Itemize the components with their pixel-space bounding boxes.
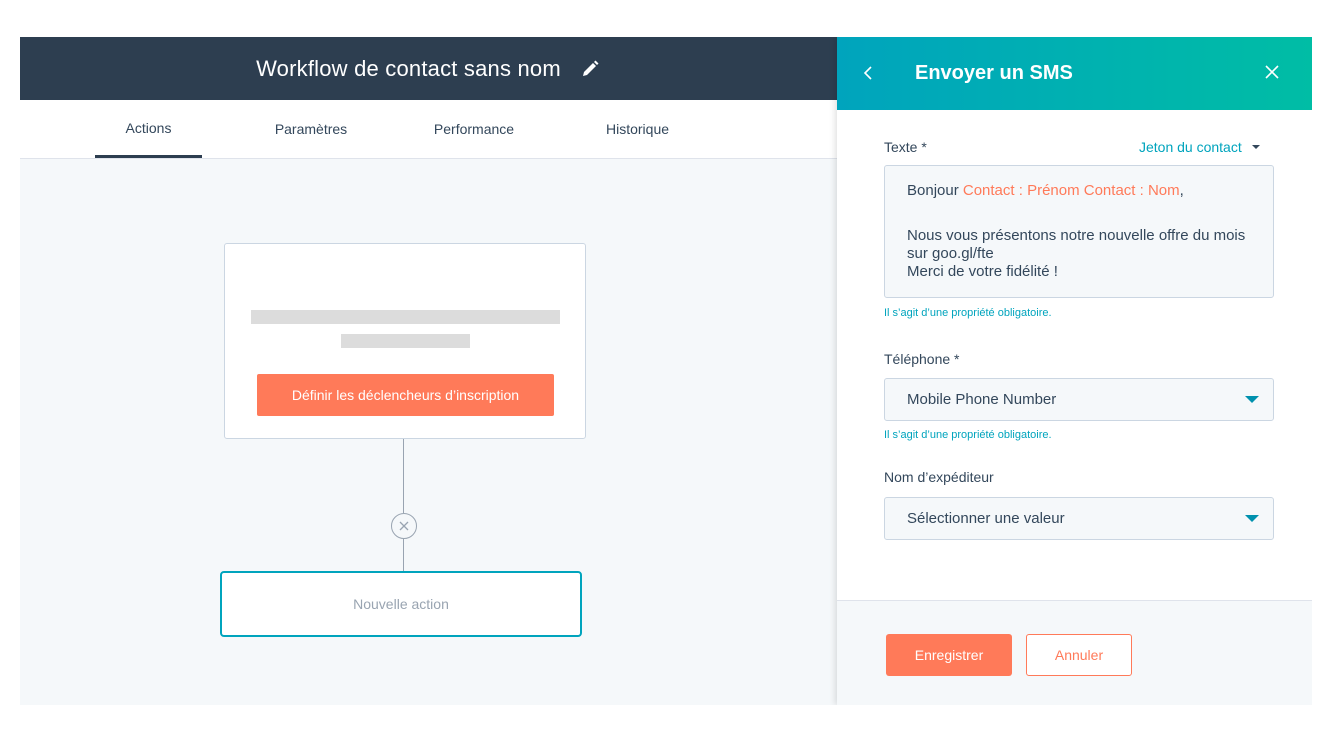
greeting-text: Bonjour (907, 182, 963, 199)
caret-down-icon (1245, 515, 1259, 522)
save-button[interactable]: Enregistrer (886, 634, 1012, 676)
greeting-punctuation: , (1179, 182, 1184, 199)
sender-select[interactable]: Sélectionner une valeur (884, 497, 1274, 540)
phone-field-label: Téléphone * (884, 351, 960, 367)
workflow-title[interactable]: Workflow de contact sans nom (256, 56, 561, 82)
sender-select-placeholder: Sélectionner une valeur (907, 510, 1065, 527)
tab-historique[interactable]: Historique (590, 100, 685, 158)
connector-line (403, 439, 404, 513)
phone-select[interactable]: Mobile Phone Number (884, 378, 1274, 421)
text-field-label: Texte * (884, 139, 927, 155)
contact-name-token[interactable]: Contact : Prénom Contact : Nom (963, 182, 1180, 199)
new-action-label: Nouvelle action (353, 596, 449, 612)
new-action-card[interactable]: Nouvelle action (220, 571, 582, 637)
phone-select-value: Mobile Phone Number (907, 391, 1057, 408)
panel-title: Envoyer un SMS (915, 62, 1073, 84)
required-hint: Il s’agit d’une propriété obligatoire. (884, 429, 1052, 441)
workflow-title-area: Workflow de contact sans nom (20, 37, 837, 100)
placeholder-bar (341, 334, 470, 348)
send-sms-panel: Envoyer un SMS Texte * Jeton du contact … (837, 37, 1312, 705)
workflow-app: Workflow de contact sans nom Actions Par… (20, 37, 1312, 705)
sms-text-editor[interactable]: Bonjour Contact : Prénom Contact : Nom, … (884, 165, 1274, 298)
set-enrollment-triggers-button[interactable]: Définir les déclencheurs d’inscription (257, 374, 554, 416)
workflow-canvas: Définir les déclencheurs d’inscription N… (20, 159, 837, 705)
tab-parametres[interactable]: Paramètres (256, 100, 366, 158)
panel-footer: Enregistrer Annuler (837, 600, 1312, 705)
connector-line-lower (403, 539, 404, 571)
required-hint: Il s’agit d’une propriété obligatoire. (884, 307, 1052, 319)
caret-down-icon (1245, 396, 1259, 403)
caret-down-icon (1251, 145, 1260, 149)
chevron-left-icon[interactable] (859, 60, 877, 86)
panel-header: Envoyer un SMS (837, 37, 1312, 110)
close-circle-icon[interactable] (391, 513, 417, 539)
tab-performance[interactable]: Performance (420, 100, 528, 158)
message-greeting-line: Bonjour Contact : Prénom Contact : Nom, (907, 182, 1251, 200)
message-body: Nous vous présentons notre nouvelle offr… (907, 227, 1246, 262)
pencil-icon[interactable] (579, 58, 601, 80)
tab-actions[interactable]: Actions (95, 100, 202, 158)
cancel-button[interactable]: Annuler (1026, 634, 1132, 676)
close-icon[interactable] (1261, 61, 1283, 83)
placeholder-bar (251, 310, 560, 324)
contact-token-dropdown[interactable]: Jeton du contact (1139, 139, 1260, 155)
enrollment-trigger-card: Définir les déclencheurs d’inscription (224, 243, 586, 439)
message-signoff: Merci de votre fidélité ! (907, 263, 1058, 280)
sender-field-label: Nom d’expéditeur (884, 469, 994, 485)
contact-token-label: Jeton du contact (1139, 139, 1242, 155)
